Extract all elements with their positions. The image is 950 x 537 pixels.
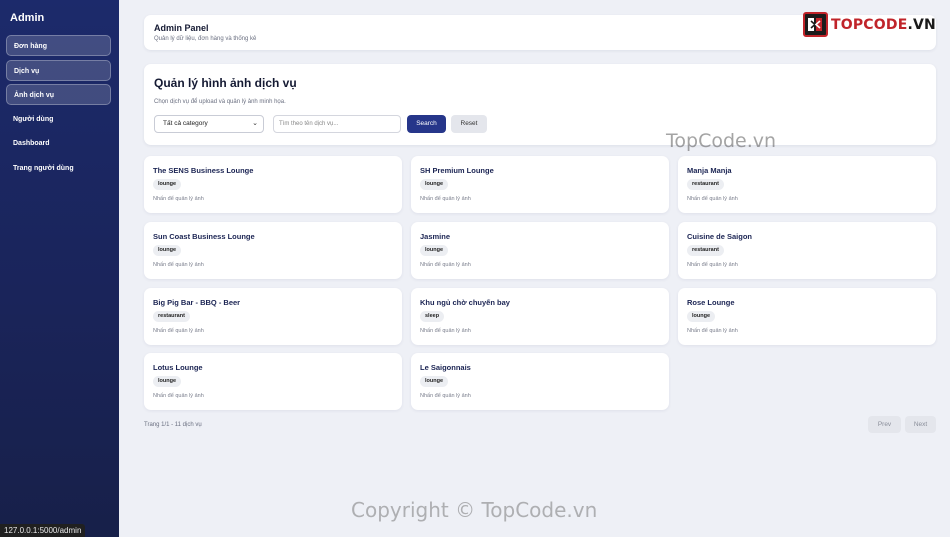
service-name: The SENS Business Lounge bbox=[153, 166, 254, 175]
sidebar-item-user-page[interactable]: Trang người dùng bbox=[6, 158, 111, 179]
service-hint: Nhấn để quản lý ảnh bbox=[687, 328, 738, 334]
next-button[interactable]: Next bbox=[905, 416, 936, 433]
service-card[interactable]: Jasmine lounge Nhấn để quản lý ảnh bbox=[411, 222, 669, 279]
sidebar-item-services[interactable]: Dịch vụ bbox=[6, 60, 111, 81]
service-card[interactable]: Rose Lounge lounge Nhấn để quản lý ảnh bbox=[678, 288, 936, 345]
category-select[interactable]: Tất cả category ⌄ bbox=[154, 115, 264, 133]
service-card[interactable]: Le Saigonnais lounge Nhấn để quản lý ảnh bbox=[411, 353, 669, 410]
pagination-info: Trang 1/1 - 11 dịch vụ bbox=[144, 422, 202, 428]
status-bar-url: 127.0.0.1:5000/admin bbox=[0, 524, 86, 537]
service-name: Cuisine de Saigon bbox=[687, 232, 753, 241]
logo-text-red: TOPCODE bbox=[831, 16, 908, 33]
reset-button[interactable]: Reset bbox=[451, 115, 487, 133]
sidebar-item-users[interactable]: Người dùng bbox=[6, 109, 111, 130]
service-tag: restaurant bbox=[687, 245, 724, 256]
service-tag: lounge bbox=[420, 179, 449, 190]
category-select-value: Tất cả category bbox=[163, 120, 208, 127]
service-hint: Nhấn để quản lý ảnh bbox=[687, 262, 738, 268]
page-subtitle: Quản lý dữ liệu, đơn hàng và thống kê bbox=[154, 36, 257, 42]
page-title: Admin Panel bbox=[154, 23, 209, 33]
sidebar-item-service-images[interactable]: Ảnh dịch vụ bbox=[6, 84, 111, 105]
search-input[interactable]: Tìm theo tên dịch vụ... bbox=[273, 115, 401, 133]
service-hint: Nhấn để quản lý ảnh bbox=[153, 328, 204, 334]
service-tag: lounge bbox=[420, 245, 449, 256]
service-hint: Nhấn để quản lý ảnh bbox=[420, 262, 471, 268]
section-subtitle: Chọn dịch vụ để upload và quản lý ảnh mi… bbox=[154, 99, 286, 105]
service-card[interactable]: Big Pig Bar - BBQ - Beer restaurant Nhấn… bbox=[144, 288, 402, 345]
service-name: Manja Manja bbox=[687, 166, 732, 175]
service-hint: Nhấn để quản lý ảnh bbox=[153, 393, 204, 399]
service-name: Jasmine bbox=[420, 232, 451, 241]
service-card[interactable]: Lotus Lounge lounge Nhấn để quản lý ảnh bbox=[144, 353, 402, 410]
sidebar: Admin Đơn hàng Dịch vụ Ảnh dịch vụ Người… bbox=[0, 0, 119, 537]
watermark-text: TopCode.vn bbox=[666, 130, 777, 152]
service-card[interactable]: SH Premium Lounge lounge Nhấn để quản lý… bbox=[411, 156, 669, 213]
service-name: Lotus Lounge bbox=[153, 363, 203, 372]
topcode-logo-text: TOPCODE.VN bbox=[831, 17, 936, 33]
service-name: Le Saigonnais bbox=[420, 363, 471, 372]
sidebar-item-dashboard[interactable]: Dashboard bbox=[6, 133, 111, 154]
service-name: Sun Coast Business Lounge bbox=[153, 232, 255, 241]
service-tag: sleep bbox=[420, 311, 445, 322]
service-name: Big Pig Bar - BBQ - Beer bbox=[153, 298, 241, 307]
logo-text-dark: .VN bbox=[907, 16, 936, 33]
service-tag: restaurant bbox=[153, 311, 190, 322]
service-tag: restaurant bbox=[687, 179, 724, 190]
chevron-down-icon: ⌄ bbox=[252, 120, 258, 127]
service-tag: lounge bbox=[153, 376, 182, 387]
service-hint: Nhấn để quản lý ảnh bbox=[687, 196, 738, 202]
filter-card: Quản lý hình ảnh dịch vụ Chọn dịch vụ để… bbox=[144, 64, 936, 145]
service-hint: Nhấn để quản lý ảnh bbox=[420, 196, 471, 202]
service-name: Rose Lounge bbox=[687, 298, 735, 307]
service-card[interactable]: Khu ngủ chờ chuyến bay sleep Nhấn để quả… bbox=[411, 288, 669, 345]
service-card[interactable]: Sun Coast Business Lounge lounge Nhấn để… bbox=[144, 222, 402, 279]
service-hint: Nhấn để quản lý ảnh bbox=[153, 196, 204, 202]
search-button[interactable]: Search bbox=[407, 115, 446, 133]
service-hint: Nhấn để quản lý ảnh bbox=[420, 328, 471, 334]
section-title: Quản lý hình ảnh dịch vụ bbox=[154, 76, 297, 90]
service-hint: Nhấn để quản lý ảnh bbox=[420, 393, 471, 399]
service-tag: lounge bbox=[687, 311, 716, 322]
service-tag: lounge bbox=[153, 245, 182, 256]
service-name: Khu ngủ chờ chuyến bay bbox=[420, 298, 510, 307]
copyright-watermark: Copyright © TopCode.vn bbox=[351, 498, 598, 522]
service-hint: Nhấn để quản lý ảnh bbox=[153, 262, 204, 268]
topcode-logo: TOPCODE.VN bbox=[803, 11, 936, 38]
service-name: SH Premium Lounge bbox=[420, 166, 494, 175]
service-card[interactable]: Manja Manja restaurant Nhấn để quản lý ả… bbox=[678, 156, 936, 213]
sidebar-item-orders[interactable]: Đơn hàng bbox=[6, 35, 111, 56]
topcode-logo-icon bbox=[803, 12, 828, 37]
service-card[interactable]: Cuisine de Saigon restaurant Nhấn để quả… bbox=[678, 222, 936, 279]
sidebar-brand: Admin bbox=[10, 12, 45, 24]
service-card[interactable]: The SENS Business Lounge lounge Nhấn để … bbox=[144, 156, 402, 213]
prev-button[interactable]: Prev bbox=[868, 416, 901, 433]
service-tag: lounge bbox=[153, 179, 182, 190]
service-tag: lounge bbox=[420, 376, 449, 387]
